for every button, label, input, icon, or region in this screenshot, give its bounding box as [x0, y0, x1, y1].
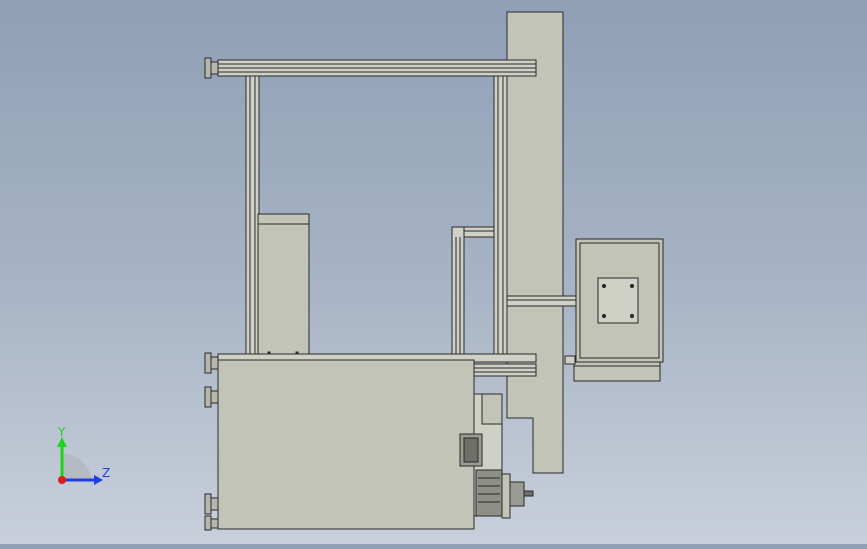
enclosure-box [257, 213, 310, 359]
right-upright [493, 75, 508, 359]
vertical-column [506, 11, 564, 474]
left-upright [245, 75, 260, 359]
inner-bracket [451, 226, 495, 359]
coordinate-triad: Y Z [57, 425, 110, 485]
monitor-arm [506, 295, 578, 307]
top-beam [217, 59, 537, 77]
triad-plane-icon [62, 453, 92, 480]
y-axis-label: Y [57, 425, 66, 439]
monitor-panel [564, 238, 664, 382]
z-axis-label: Z [102, 466, 110, 480]
top-foot [204, 57, 219, 79]
base-feet [204, 352, 219, 531]
base-cabinet [217, 359, 475, 530]
model-drawing: Y Z [57, 11, 664, 531]
x-axis-origin-icon [58, 476, 66, 484]
cad-viewport[interactable]: Y Z [0, 0, 867, 544]
